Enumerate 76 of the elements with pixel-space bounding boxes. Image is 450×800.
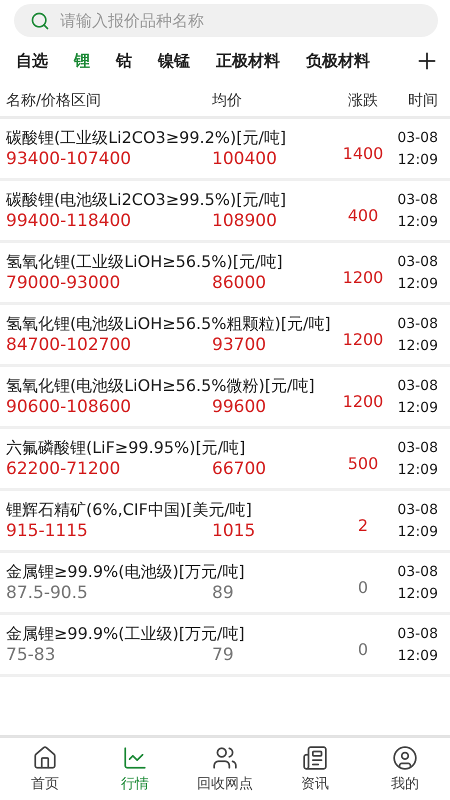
product-name: 金属锂≥99.9%(电池级)[万元/吨] — [6, 562, 246, 583]
newspaper-icon — [302, 745, 328, 771]
column-header: 均价 — [212, 91, 243, 110]
price-change: 2 — [356, 516, 370, 535]
update-time: 12:09 — [398, 152, 438, 168]
price-change: 500 — [346, 454, 380, 473]
price-range: 915-1115 — [6, 521, 89, 541]
price-range: 75-83 — [6, 645, 56, 665]
price-range: 79000-93000 — [6, 273, 122, 293]
update-time: 12:09 — [398, 462, 438, 478]
price-range: 99400-118400 — [6, 211, 132, 231]
update-date: 03-08 — [397, 130, 438, 146]
average-price: 89 — [212, 583, 235, 603]
price-change: 0 — [356, 578, 370, 597]
price-change: 1400 — [342, 144, 384, 163]
update-time: 12:09 — [398, 276, 438, 292]
column-header: 时间 — [407, 91, 438, 110]
product-name: 锂辉石精矿(6%,CIF中国)[美元/吨] — [6, 500, 253, 521]
update-date: 03-08 — [397, 192, 438, 208]
update-date: 03-08 — [397, 502, 438, 518]
price-change: 1200 — [342, 392, 384, 411]
product-name: 氢氧化锂(电池级LiOH≥56.5%微粉)[元/吨] — [6, 376, 316, 397]
category-tab[interactable]: 正极材料 — [216, 50, 280, 72]
price-change: 400 — [346, 206, 380, 225]
people-icon — [212, 745, 238, 771]
house-icon — [32, 745, 58, 771]
product-name: 氢氧化锂(电池级LiOH≥56.5%粗颗粒)[元/吨] — [6, 314, 332, 335]
product-name: 碳酸锂(工业级Li2CO3≥99.2%)[元/吨] — [6, 128, 288, 149]
price-change: 1200 — [342, 330, 384, 349]
update-date: 03-08 — [397, 316, 438, 332]
update-time: 12:09 — [398, 524, 438, 540]
average-price: 108900 — [212, 211, 278, 231]
update-date: 03-08 — [397, 378, 438, 394]
category-tab[interactable]: 钴 — [116, 50, 132, 72]
price-change: 0 — [356, 640, 370, 659]
product-name: 六氟磷酸锂(LiF≥99.95%)[元/吨] — [6, 438, 246, 459]
column-header: 涨跌 — [347, 91, 379, 110]
product-name: 碳酸锂(电池级Li2CO3≥99.5%)[元/吨] — [6, 190, 288, 211]
nav-item[interactable]: 行情 — [90, 738, 180, 800]
average-price: 1015 — [212, 521, 256, 541]
nav-item[interactable]: 回收网点 — [180, 738, 270, 800]
average-price: 99600 — [212, 397, 268, 417]
user-icon — [392, 745, 418, 771]
category-tab[interactable]: 锂 — [74, 50, 90, 72]
update-date: 03-08 — [397, 254, 438, 270]
price-range: 84700-102700 — [6, 335, 132, 355]
price-range: 93400-107400 — [6, 149, 132, 169]
category-tab[interactable]: 镍锰 — [158, 50, 190, 72]
update-date: 03-08 — [397, 564, 438, 580]
update-time: 12:09 — [398, 648, 438, 664]
column-header: 名称/价格区间 — [6, 91, 102, 110]
update-time: 12:09 — [398, 400, 438, 416]
category-tab[interactable]: 自选 — [16, 50, 48, 72]
product-name: 氢氧化锂(工业级LiOH≥56.5%)[元/吨] — [6, 252, 284, 273]
product-name: 金属锂≥99.9%(工业级)[万元/吨] — [6, 624, 246, 645]
nav-item[interactable]: 我的 — [360, 738, 450, 800]
update-date: 03-08 — [397, 440, 438, 456]
category-tab[interactable]: 负极材料 — [306, 50, 370, 72]
price-change: 1200 — [342, 268, 384, 287]
price-range: 87.5-90.5 — [6, 583, 89, 603]
price-range: 90600-108600 — [6, 397, 132, 417]
search-field[interactable]: 请输入报价品种名称 — [14, 4, 438, 37]
search-icon — [30, 11, 50, 31]
price-range: 62200-71200 — [6, 459, 122, 479]
update-time: 12:09 — [398, 214, 438, 230]
average-price: 86000 — [212, 273, 268, 293]
update-time: 12:09 — [398, 586, 438, 602]
average-price: 66700 — [212, 459, 268, 479]
nav-item[interactable]: 首页 — [0, 738, 90, 800]
line-chart-icon — [122, 745, 148, 771]
average-price: 79 — [212, 645, 235, 665]
average-price: 93700 — [212, 335, 268, 355]
update-date: 03-08 — [397, 626, 438, 642]
nav-item[interactable]: 资讯 — [270, 738, 360, 800]
update-time: 12:09 — [398, 338, 438, 354]
average-price: 100400 — [212, 149, 278, 169]
